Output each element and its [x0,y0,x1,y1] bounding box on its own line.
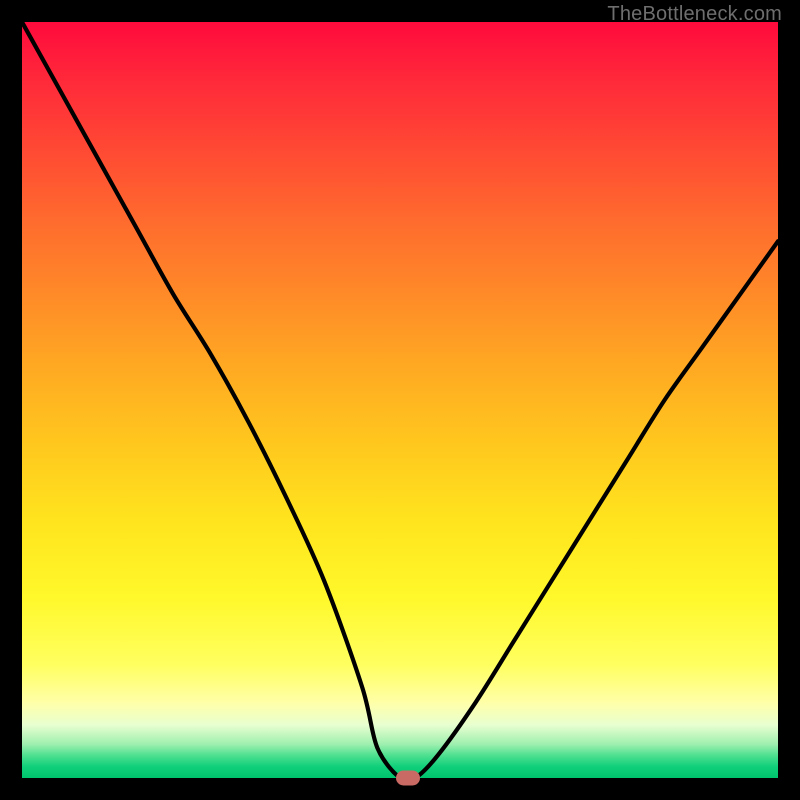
optimal-point-marker [396,771,420,786]
chart-container: TheBottleneck.com [0,0,800,800]
attribution-text: TheBottleneck.com [607,3,782,26]
bottleneck-curve [22,22,778,778]
plot-area [22,22,778,778]
